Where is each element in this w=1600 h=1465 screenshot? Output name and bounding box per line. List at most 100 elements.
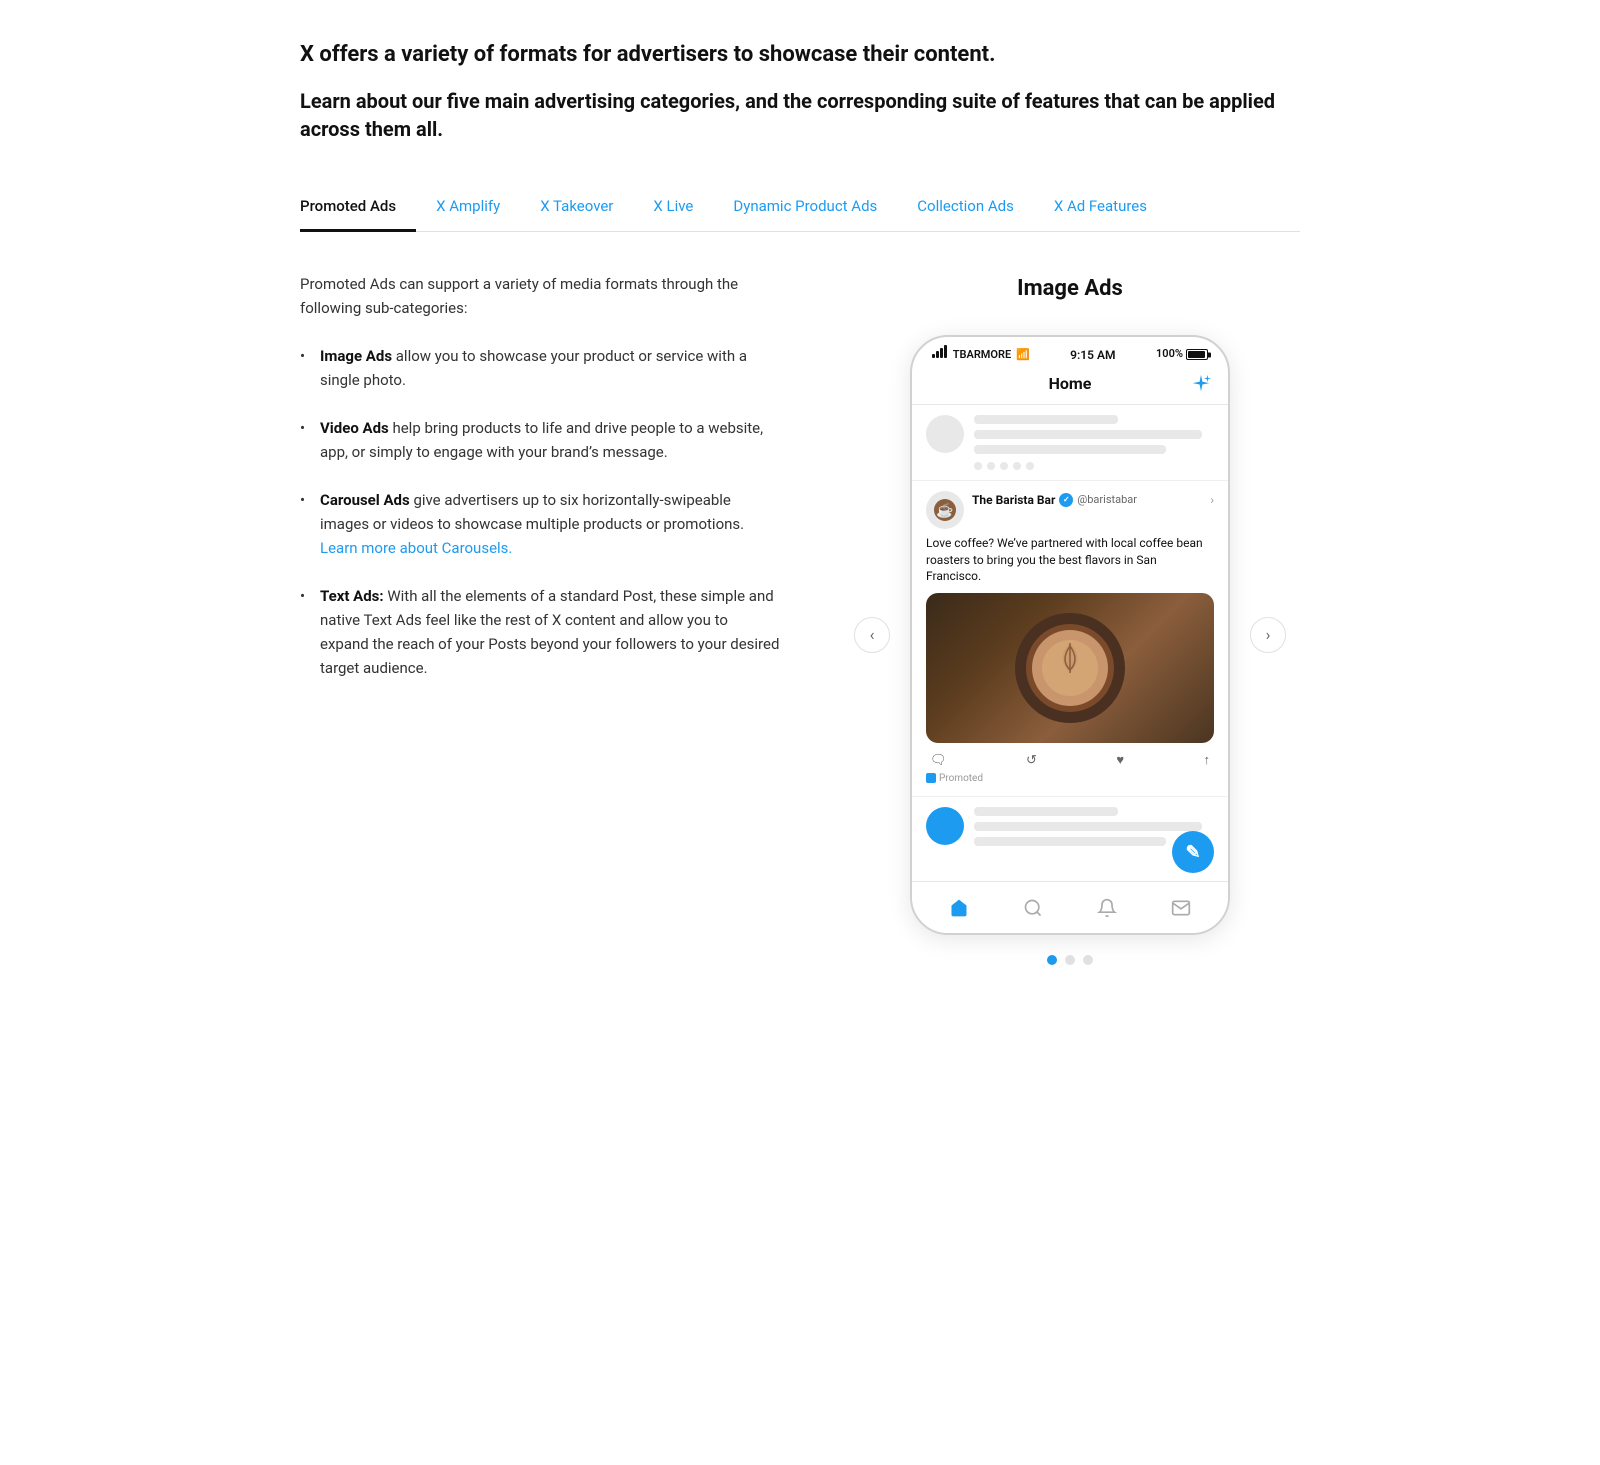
post-header: ☕ The Barista Bar ✓ @baristabar › [926,491,1214,529]
retweet-icon[interactable]: ↺ [1026,751,1037,771]
compose-icon: ✎ [1185,839,1200,866]
post-handle: @baristabar [1077,492,1137,509]
skeleton-line [974,807,1118,816]
post-image [926,593,1214,743]
svg-text:☕: ☕ [936,501,953,519]
battery-status: 100% [1156,346,1208,363]
battery-icon [1186,349,1208,360]
skeleton-dot [1026,462,1034,470]
features-list: Image Ads allow you to showcase your pro… [300,344,780,680]
skeleton-dots [974,462,1214,470]
comment-icon[interactable]: 🗨 [930,751,947,771]
skeleton-line [974,445,1166,454]
promoted-post: ☕ The Barista Bar ✓ @baristabar › [912,481,1228,797]
page-wrapper: X offers a variety of formats for advert… [240,0,1360,1025]
dot-2[interactable] [1065,955,1075,965]
promoted-label: Promoted [926,771,1214,786]
nav-notifications-icon[interactable] [1096,897,1118,919]
header-right-area [1182,373,1212,395]
signal-bar-2 [936,351,939,358]
coffee-latte-art-image [1010,608,1130,728]
tab-ad-features[interactable]: X Ad Features [1034,183,1167,233]
nav-search-icon[interactable] [1022,897,1044,919]
right-column: Image Ads ‹ [840,272,1300,965]
dots-indicator [1047,955,1093,965]
phone-status-bar: TBARMORE 📶 9:15 AM 100% [912,337,1228,368]
skeleton-lines-1 [974,415,1214,470]
signal-bar-4 [944,345,947,358]
carousel-prev-button[interactable]: ‹ [854,617,890,653]
tab-collection[interactable]: Collection Ads [897,183,1034,233]
carousel-ads-title: Carousel Ads [320,491,410,509]
share-icon[interactable]: ↑ [1204,751,1211,771]
phone-mockup: TBARMORE 📶 9:15 AM 100% [910,335,1230,935]
tab-amplify[interactable]: X Amplify [416,183,520,233]
battery-fill [1188,351,1205,358]
tabs-nav: Promoted Ads X Amplify X Takeover X Live… [300,183,1300,233]
intro-subheadline: Learn about our five main advertising ca… [300,87,1300,143]
battery-percentage: 100% [1156,346,1183,363]
phone-carousel-wrapper: ‹ TBARMORE [840,335,1300,935]
phone-time: 9:15 AM [1070,346,1115,364]
tab-dynamic-product[interactable]: Dynamic Product Ads [713,183,897,233]
preview-title: Image Ads [1017,272,1123,305]
nav-home-icon[interactable] [948,897,970,919]
post-chevron-icon: › [1210,491,1214,509]
skeleton-dot [1013,462,1021,470]
list-item-image-ads: Image Ads allow you to showcase your pro… [300,344,780,392]
carrier-name: TBARMORE [953,348,1011,361]
signal-bar-1 [932,354,935,358]
skeleton-avatar-1 [926,415,964,453]
dot-1[interactable] [1047,955,1057,965]
skeleton-dot [987,462,995,470]
post-actions: 🗨 ↺ ♥ ↑ [926,751,1214,771]
text-ads-title: Text Ads: [320,587,384,605]
like-icon[interactable]: ♥ [1116,751,1124,771]
list-item-text-ads: Text Ads: With all the elements of a sta… [300,584,780,680]
post-author-row: The Barista Bar ✓ @baristabar › [972,491,1214,509]
promoted-icon [926,773,936,783]
intro-section: X offers a variety of formats for advert… [300,40,1300,143]
skeleton-post-1 [912,405,1228,481]
description-text: Promoted Ads can support a variety of me… [300,272,780,320]
intro-headline: X offers a variety of formats for advert… [300,40,1300,71]
image-ads-title: Image Ads [320,347,392,365]
list-item-video-ads: Video Ads help bring products to life an… [300,416,780,464]
signal-bar-3 [940,348,943,358]
promoted-text: Promoted [939,771,983,786]
phone-bottom-nav [912,881,1228,933]
phone-nav-title: Home [1049,372,1092,396]
tab-takeover[interactable]: X Takeover [520,183,633,233]
skeleton-line [974,822,1202,831]
sparkle-icon [1190,373,1212,395]
post-author-name: The Barista Bar [972,491,1055,509]
post-avatar: ☕ [926,491,964,529]
tab-live[interactable]: X Live [633,183,713,233]
post-text: Love coffee? We’ve partnered with local … [926,535,1214,585]
compose-button[interactable]: ✎ [1172,831,1214,873]
video-ads-title: Video Ads [320,419,389,437]
skeleton-avatar-blue [926,807,964,845]
carousel-next-button[interactable]: › [1250,617,1286,653]
barista-avatar-icon: ☕ [933,498,957,522]
dot-3[interactable] [1083,955,1093,965]
carrier-signal: TBARMORE 📶 [932,345,1030,364]
content-area: Promoted Ads can support a variety of me… [300,272,1300,965]
skeleton-line [974,837,1166,846]
list-item-carousel-ads: Carousel Ads give advertisers up to six … [300,488,780,560]
skeleton-dot [1000,462,1008,470]
phone-app-header: Home [912,368,1228,405]
nav-messages-icon[interactable] [1170,897,1192,919]
tab-promoted-ads[interactable]: Promoted Ads [300,183,416,233]
skeleton-dot [974,462,982,470]
skeleton-line [974,430,1202,439]
chevron-right-icon: › [1266,623,1271,647]
phone-content-scroll[interactable]: ☕ The Barista Bar ✓ @baristabar › [912,405,1228,881]
skeleton-line [974,415,1118,424]
post-meta: The Barista Bar ✓ @baristabar › [972,491,1214,509]
signal-bars-icon [932,345,947,358]
left-column: Promoted Ads can support a variety of me… [300,272,780,704]
carousel-learn-more-link[interactable]: Learn more about Carousels. [320,539,512,557]
text-ads-text: With all the elements of a standard Post… [320,587,779,677]
verified-badge-icon: ✓ [1059,493,1073,507]
